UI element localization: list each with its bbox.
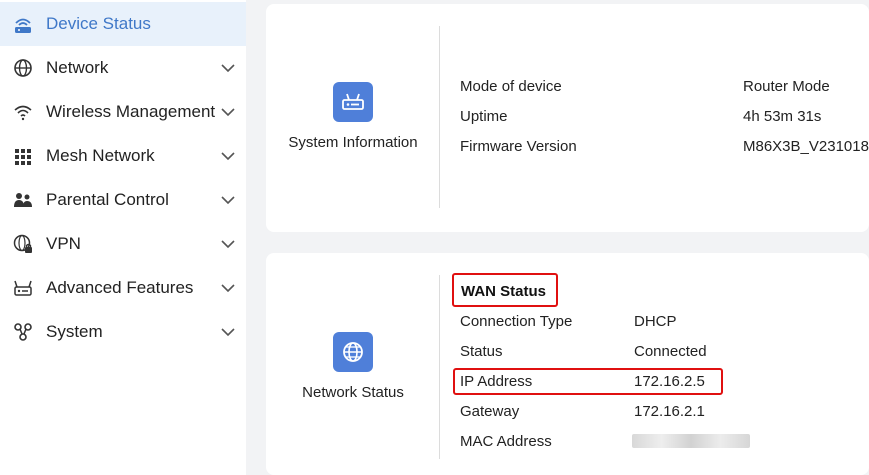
wan-status-title: WAN Status <box>461 283 547 300</box>
mode-of-device-label: Mode of device <box>460 78 562 95</box>
wifi-icon <box>12 102 34 122</box>
globe-icon <box>333 332 373 372</box>
router-icon <box>333 82 373 122</box>
sidebar-item-label: Mesh Network <box>46 146 155 165</box>
uptime-label: Uptime <box>460 108 508 125</box>
sidebar-item-label: Device Status <box>46 14 151 33</box>
gateway-label: Gateway <box>460 403 520 420</box>
ip-address-label: IP Address <box>460 373 533 390</box>
sidebar-item-label: Network <box>46 58 109 77</box>
chevron-down-icon <box>221 284 235 293</box>
chevron-down-icon <box>221 328 235 337</box>
network-status-card: Network Status WAN Status Connection Typ… <box>266 253 869 475</box>
firmware-version-value: M86X3B_V231018 <box>743 138 869 155</box>
sidebar-item-label: System <box>46 322 103 341</box>
sidebar-item-vpn[interactable]: VPN <box>0 222 246 266</box>
chevron-down-icon <box>221 152 235 161</box>
sidebar-item-system[interactable]: System <box>0 310 246 354</box>
chevron-down-icon <box>221 108 235 117</box>
sidebar-item-device-status[interactable]: Device Status <box>0 2 246 46</box>
sidebar-item-parental-control[interactable]: Parental Control <box>0 178 246 222</box>
family-icon <box>12 190 34 210</box>
network-status-caption: Network Status <box>302 384 404 401</box>
sidebar-item-mesh-network[interactable]: Mesh Network <box>0 134 246 178</box>
sidebar-item-network[interactable]: Network <box>0 46 246 90</box>
chevron-down-icon <box>221 240 235 249</box>
ip-address-value: 172.16.2.5 <box>634 373 705 390</box>
sidebar-item-label: Parental Control <box>46 190 169 209</box>
uptime-value: 4h 53m 31s <box>743 108 822 125</box>
mode-of-device-value: Router Mode <box>743 78 830 95</box>
mac-address-value-redacted <box>632 434 750 448</box>
connection-type-label: Connection Type <box>460 313 573 330</box>
gateway-value: 172.16.2.1 <box>634 403 705 420</box>
grid-dots-icon <box>12 146 34 166</box>
cog-nodes-icon <box>12 322 34 342</box>
sidebar-item-advanced-features[interactable]: Advanced Features <box>0 266 246 310</box>
sidebar-item-label: VPN <box>46 234 81 253</box>
system-information-card: System Information Mode of device Router… <box>266 4 869 232</box>
connection-type-value: DHCP <box>634 313 677 330</box>
sidebar-item-wireless-management[interactable]: Wireless Management <box>0 90 246 134</box>
divider <box>439 275 440 459</box>
globe-lock-icon <box>12 234 34 254</box>
system-information-caption: System Information <box>288 134 418 151</box>
sidebar-item-label: Wireless Management <box>46 102 216 121</box>
mac-address-label: MAC Address <box>460 433 552 450</box>
status-value: Connected <box>634 343 707 360</box>
chevron-down-icon <box>221 64 235 73</box>
globe-icon <box>12 58 34 78</box>
firmware-version-label: Firmware Version <box>460 138 577 155</box>
divider <box>439 26 440 208</box>
status-label: Status <box>460 343 503 360</box>
chevron-down-icon <box>221 196 235 205</box>
router-wifi-icon <box>12 14 34 34</box>
sidebar-item-label: Advanced Features <box>46 278 194 297</box>
router-settings-icon <box>12 278 34 298</box>
sidebar: Device Status Network Wireless Managemen… <box>0 0 246 475</box>
